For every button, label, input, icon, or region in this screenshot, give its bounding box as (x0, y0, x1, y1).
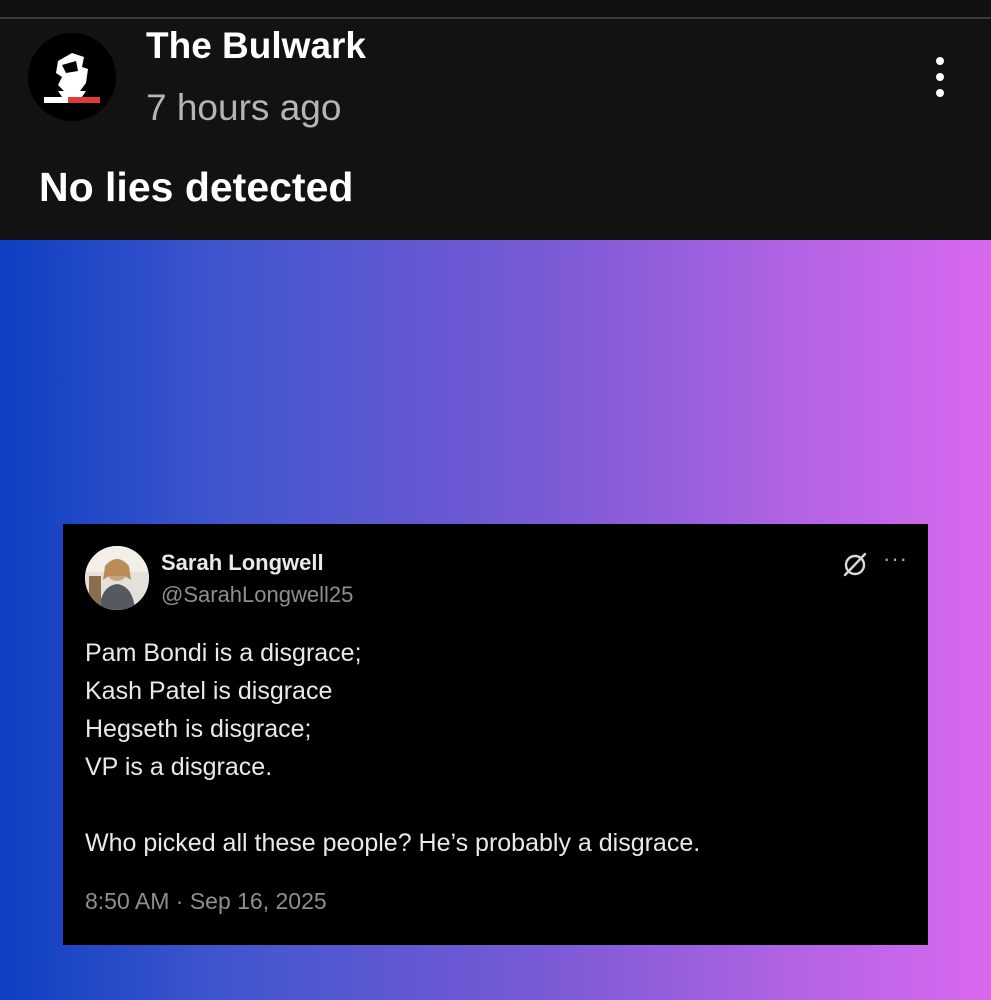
bulwark-ship-logo (28, 33, 116, 121)
channel-name[interactable]: The Bulwark (146, 25, 366, 67)
tweet-timestamp[interactable]: 8:50 AM · Sep 16, 2025 (85, 888, 327, 915)
tweet-author-name[interactable]: Sarah Longwell (161, 550, 324, 576)
tweet-line: VP is a disgrace. (85, 753, 273, 781)
tweet-author-avatar (85, 546, 149, 610)
tweet-card: Sarah Longwell @SarahLongwell25 ··· Pam … (63, 524, 928, 945)
post-image[interactable]: Sarah Longwell @SarahLongwell25 ··· Pam … (0, 240, 991, 1000)
post-timestamp: 7 hours ago (146, 87, 342, 128)
tweet-line: Kash Patel is disgrace (85, 677, 333, 705)
tweet-author-handle[interactable]: @SarahLongwell25 (161, 582, 353, 608)
tweet-line: Pam Bondi is a disgrace; (85, 639, 362, 667)
tweet-line: Hegseth is disgrace; (85, 715, 312, 743)
author-photo (85, 546, 149, 610)
channel-avatar[interactable] (28, 33, 116, 121)
tweet-body: Pam Bondi is a disgrace; Kash Patel is d… (85, 634, 905, 862)
post-header: The Bulwark 7 hours ago No lies detected (0, 19, 991, 240)
post-text: No lies detected (39, 164, 354, 210)
x-circle-icon (843, 552, 867, 577)
more-horiz-icon[interactable]: ··· (883, 546, 908, 572)
tweet-closing-line: Who picked all these people? He’s probab… (85, 829, 701, 857)
more-vert-icon[interactable] (920, 55, 962, 101)
